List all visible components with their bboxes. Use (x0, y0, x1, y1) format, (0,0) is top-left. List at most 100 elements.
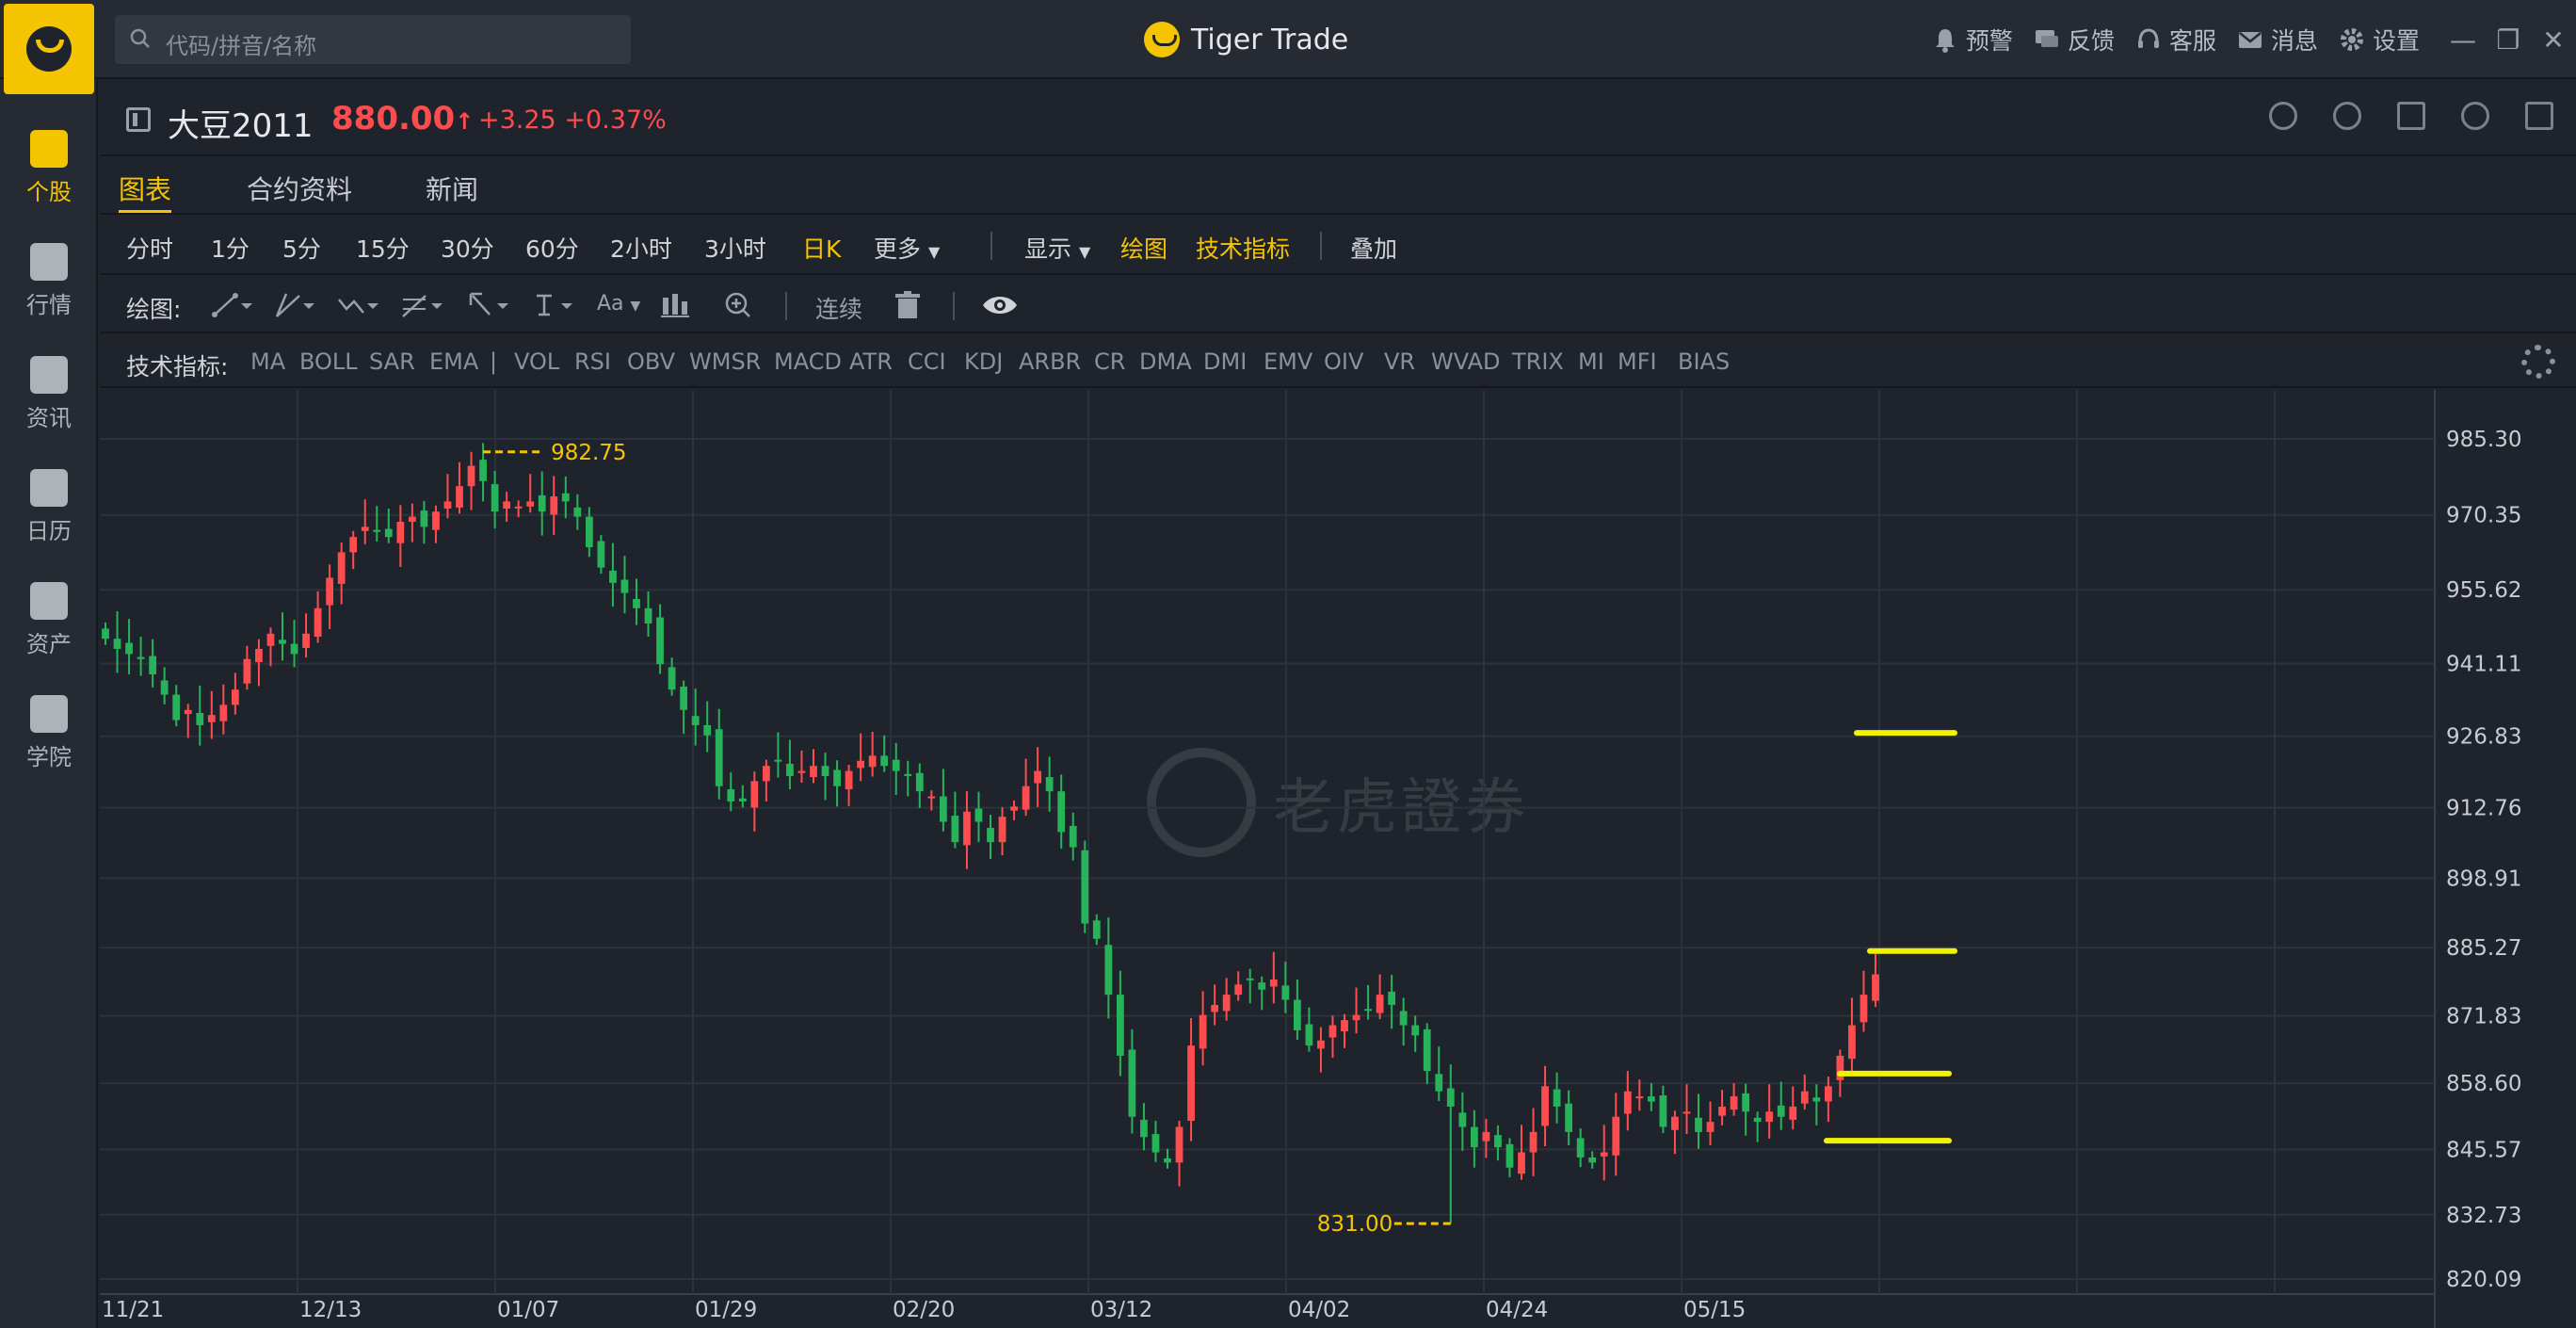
candlestick-chart[interactable]: 985.30 970.35 955.62 941.11 926.83 912.76 898.… (100, 390, 2576, 1328)
sidebar-item-stock[interactable]: 个股 (0, 113, 98, 217)
channel-tool-icon[interactable] (273, 290, 314, 318)
period-more[interactable]: 更多 ▼ (874, 231, 940, 265)
candle-body (1269, 979, 1278, 987)
trash-icon[interactable] (891, 290, 932, 318)
period-intraday[interactable]: 分时 (126, 231, 173, 265)
top-nav-feedback[interactable]: 反馈 (2034, 23, 2115, 57)
indicator-item[interactable]: DMI (1203, 348, 1247, 375)
candle-body (1034, 770, 1042, 784)
measure-tool-icon[interactable] (659, 290, 700, 318)
candle-body (1199, 1014, 1207, 1049)
period-1m[interactable]: 1分 (211, 231, 250, 265)
indicator-item[interactable]: OBV (627, 348, 675, 375)
top-nav-service[interactable]: 客服 (2135, 23, 2216, 57)
draw-toggle[interactable]: 绘图 (1120, 231, 1167, 265)
candle-body (987, 828, 994, 843)
indicator-item[interactable]: DMA (1139, 348, 1192, 375)
indicator-item[interactable]: TRIX (1512, 348, 1564, 375)
sidebar-item-news[interactable]: 资讯 (0, 339, 98, 443)
close-button[interactable]: ✕ (2531, 0, 2576, 79)
period-60m[interactable]: 60分 (525, 231, 579, 265)
indicator-item[interactable]: ARBR (1019, 348, 1081, 375)
top-nav-alert[interactable]: 预警 (1932, 23, 2013, 57)
bell-icon (1935, 29, 1955, 53)
top-nav-settings[interactable]: 设置 (2339, 23, 2420, 57)
top-nav-service-label: 客服 (2168, 27, 2216, 55)
side-panel-icon[interactable] (2525, 102, 2553, 130)
candle-body (703, 724, 712, 736)
indicator-item[interactable]: BIAS (1678, 348, 1730, 375)
indicator-item[interactable]: MI (1578, 348, 1604, 375)
period-2h[interactable]: 2小时 (610, 231, 672, 265)
candle-body (432, 511, 440, 530)
continuous-draw-toggle[interactable]: 连续 (815, 291, 862, 323)
tiger-logo-icon (1144, 22, 1180, 57)
alert-bell-icon[interactable] (2333, 102, 2361, 130)
grid-icon[interactable] (2397, 102, 2425, 130)
tab-contract-info[interactable]: 合约资料 (247, 170, 352, 213)
indicator-item[interactable]: WMSR (689, 348, 761, 375)
restore-button[interactable]: ❐ (2486, 0, 2531, 79)
indicator-toggle[interactable]: 技术指标 (1196, 231, 1290, 265)
top-nav-messages[interactable]: 消息 (2237, 23, 2318, 57)
period-15m[interactable]: 15分 (356, 231, 410, 265)
indicator-item[interactable]: MFI (1618, 348, 1657, 375)
indicator-item[interactable]: RSI (574, 348, 611, 375)
tab-news[interactable]: 新闻 (426, 170, 478, 213)
overlay-button[interactable]: 叠加 (1350, 231, 1397, 265)
candle-body (1458, 1112, 1467, 1127)
zoom-icon[interactable] (721, 290, 763, 318)
period-5m[interactable]: 5分 (282, 231, 321, 265)
font-tool-icon[interactable]: Aa ▼ (597, 292, 640, 320)
candle-body (1553, 1089, 1561, 1107)
indicator-item[interactable]: SAR (369, 348, 415, 375)
display-menu[interactable]: 显示 ▼ (1024, 231, 1090, 265)
sidebar-item-label: 日历 (26, 518, 72, 544)
gear-icon (2340, 28, 2363, 51)
candle-body (1836, 1055, 1844, 1080)
refresh-icon[interactable] (2269, 102, 2297, 130)
indicator-item[interactable]: EMV (1264, 348, 1312, 375)
period-30m[interactable]: 30分 (441, 231, 494, 265)
candle-body (810, 766, 817, 778)
indicator-item[interactable]: ATR (849, 348, 893, 375)
minimize-button[interactable]: — (2440, 0, 2486, 79)
candle-body (1305, 1024, 1313, 1046)
indicator-item[interactable]: MA (250, 348, 285, 375)
indicator-item[interactable]: OIV (1324, 348, 1363, 375)
sidebar-item-assets[interactable]: 资产 (0, 565, 98, 669)
indicator-item[interactable]: EMA (429, 348, 478, 375)
candle-body (1529, 1131, 1538, 1153)
x-tick-label: 01/29 (695, 1298, 757, 1322)
sidebar-item-calendar[interactable]: 日历 (0, 452, 98, 556)
wave-tool-icon[interactable] (337, 290, 378, 318)
search-input[interactable]: 代码/拼音/名称 (115, 15, 631, 64)
indicator-item[interactable]: VR (1384, 348, 1415, 375)
chart-area[interactable]: 老虎證券 985.30 970.35 955.62 941.11 926.83 912.7… (100, 390, 2576, 1328)
indicator-settings-icon[interactable] (2521, 345, 2555, 379)
period-3h[interactable]: 3小时 (704, 231, 766, 265)
trendline-tool-icon[interactable] (211, 290, 252, 318)
candle-body (1411, 1025, 1420, 1036)
indicator-item[interactable]: CCI (908, 348, 946, 375)
sidebar-item-market[interactable]: 行情 (0, 226, 98, 330)
indicator-item[interactable]: KDJ (964, 348, 1003, 375)
indicator-item[interactable]: CR (1094, 348, 1125, 375)
text-tool-icon[interactable] (531, 290, 572, 318)
arrow-tool-icon[interactable] (467, 290, 508, 318)
candle-body (680, 686, 688, 710)
indicator-item[interactable]: WVAD (1431, 348, 1501, 375)
eye-icon[interactable] (981, 290, 1022, 318)
tab-chart[interactable]: 图表 (119, 170, 172, 213)
indicator-item[interactable]: VOL (514, 348, 559, 375)
sidebar-item-academy[interactable]: 学院 (0, 678, 98, 782)
candle-body (172, 694, 181, 721)
indicator-item[interactable]: BOLL (299, 348, 358, 375)
period-daily[interactable]: 日K (802, 231, 841, 265)
indicator-item[interactable]: MACD (774, 348, 842, 375)
app-logo[interactable] (4, 4, 94, 94)
fibonacci-tool-icon[interactable] (401, 290, 443, 318)
panel-toggle-icon[interactable] (126, 107, 151, 132)
star-icon[interactable] (2461, 102, 2489, 130)
top-nav-settings-label: 设置 (2372, 27, 2420, 55)
